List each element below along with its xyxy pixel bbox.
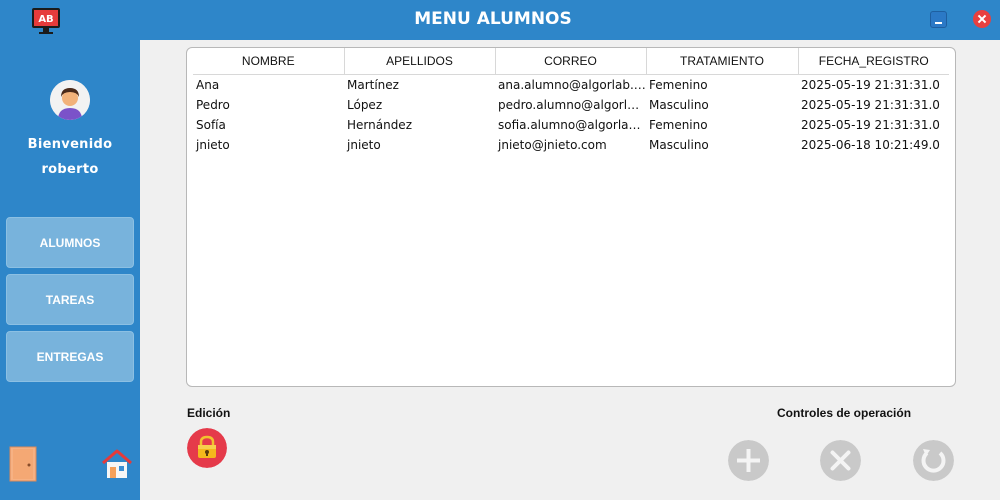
students-table[interactable]: NOMBRE APELLIDOS CORREO TRATAMIENTO FECH… [186, 47, 956, 387]
table-row[interactable]: jnieto jnieto jnieto@jnieto.com Masculin… [193, 135, 949, 155]
sidebar: Bienvenido roberto ALUMNOS TAREAS ENTREG… [0, 40, 140, 500]
cell-correo[interactable]: pedro.alumno@algorlab.... [495, 95, 646, 115]
cell-fecha-registro[interactable]: 2025-05-19 21:31:31.0 [798, 115, 949, 135]
cell-apellidos[interactable]: jnieto [344, 135, 495, 155]
cell-apellidos[interactable]: López [344, 95, 495, 115]
cell-fecha-registro[interactable]: 2025-05-19 21:31:31.0 [798, 75, 949, 95]
cell-tratamiento[interactable]: Masculino [646, 95, 798, 115]
cell-correo[interactable]: jnieto@jnieto.com [495, 135, 646, 155]
column-header-apellidos[interactable]: APELLIDOS [344, 48, 496, 75]
welcome-greeting: Bienvenido [27, 137, 113, 152]
cell-nombre[interactable]: Pedro [193, 95, 344, 115]
column-header-nombre[interactable]: NOMBRE [193, 48, 345, 75]
table-header-row: NOMBRE APELLIDOS CORREO TRATAMIENTO FECH… [193, 48, 949, 75]
main-content: NOMBRE APELLIDOS CORREO TRATAMIENTO FECH… [140, 40, 1000, 500]
title-bar: AB MENU ALUMNOS [0, 0, 1000, 40]
door-icon[interactable] [9, 446, 37, 482]
table-row[interactable]: Ana Martínez ana.alumno@algorlab.c... Fe… [193, 75, 949, 95]
table-row[interactable]: Pedro López pedro.alumno@algorlab.... Ma… [193, 95, 949, 115]
table-row[interactable]: Sofía Hernández sofia.alumno@algorlab...… [193, 115, 949, 135]
minimize-icon[interactable] [930, 11, 947, 28]
refresh-icon[interactable] [913, 440, 954, 481]
edition-label: Edición [187, 406, 231, 420]
delete-icon[interactable] [820, 440, 861, 481]
welcome-text: Bienvenido roberto [0, 132, 140, 182]
column-header-tratamiento[interactable]: TRATAMIENTO [646, 48, 799, 75]
cell-correo[interactable]: sofia.alumno@algorlab.... [495, 115, 646, 135]
cell-tratamiento[interactable]: Masculino [646, 135, 798, 155]
close-icon[interactable] [973, 10, 991, 28]
add-icon[interactable] [728, 440, 769, 481]
cell-apellidos[interactable]: Martínez [344, 75, 495, 95]
cell-apellidos[interactable]: Hernández [344, 115, 495, 135]
cell-fecha-registro[interactable]: 2025-05-19 21:31:31.0 [798, 95, 949, 115]
controls-label: Controles de operación [777, 406, 912, 420]
cell-tratamiento[interactable]: Femenino [646, 75, 798, 95]
sidebar-item-alumnos[interactable]: ALUMNOS [6, 217, 134, 268]
welcome-username: roberto [41, 162, 99, 177]
avatar-icon [50, 80, 90, 120]
cell-correo[interactable]: ana.alumno@algorlab.c... [495, 75, 646, 95]
window-title: MENU ALUMNOS [414, 9, 572, 29]
column-header-fecha-registro[interactable]: FECHA_REGISTRO [798, 48, 949, 75]
column-header-correo[interactable]: CORREO [495, 48, 647, 75]
cell-fecha-registro[interactable]: 2025-06-18 10:21:49.0 [798, 135, 949, 155]
cell-nombre[interactable]: Ana [193, 75, 344, 95]
students-grid: NOMBRE APELLIDOS CORREO TRATAMIENTO FECH… [193, 48, 949, 155]
lock-icon[interactable] [187, 428, 227, 468]
cell-tratamiento[interactable]: Femenino [646, 115, 798, 135]
sidebar-item-tareas[interactable]: TAREAS [6, 274, 134, 325]
sidebar-item-entregas[interactable]: ENTREGAS [6, 331, 134, 382]
home-icon[interactable] [100, 448, 134, 480]
cell-nombre[interactable]: Sofía [193, 115, 344, 135]
cell-nombre[interactable]: jnieto [193, 135, 344, 155]
